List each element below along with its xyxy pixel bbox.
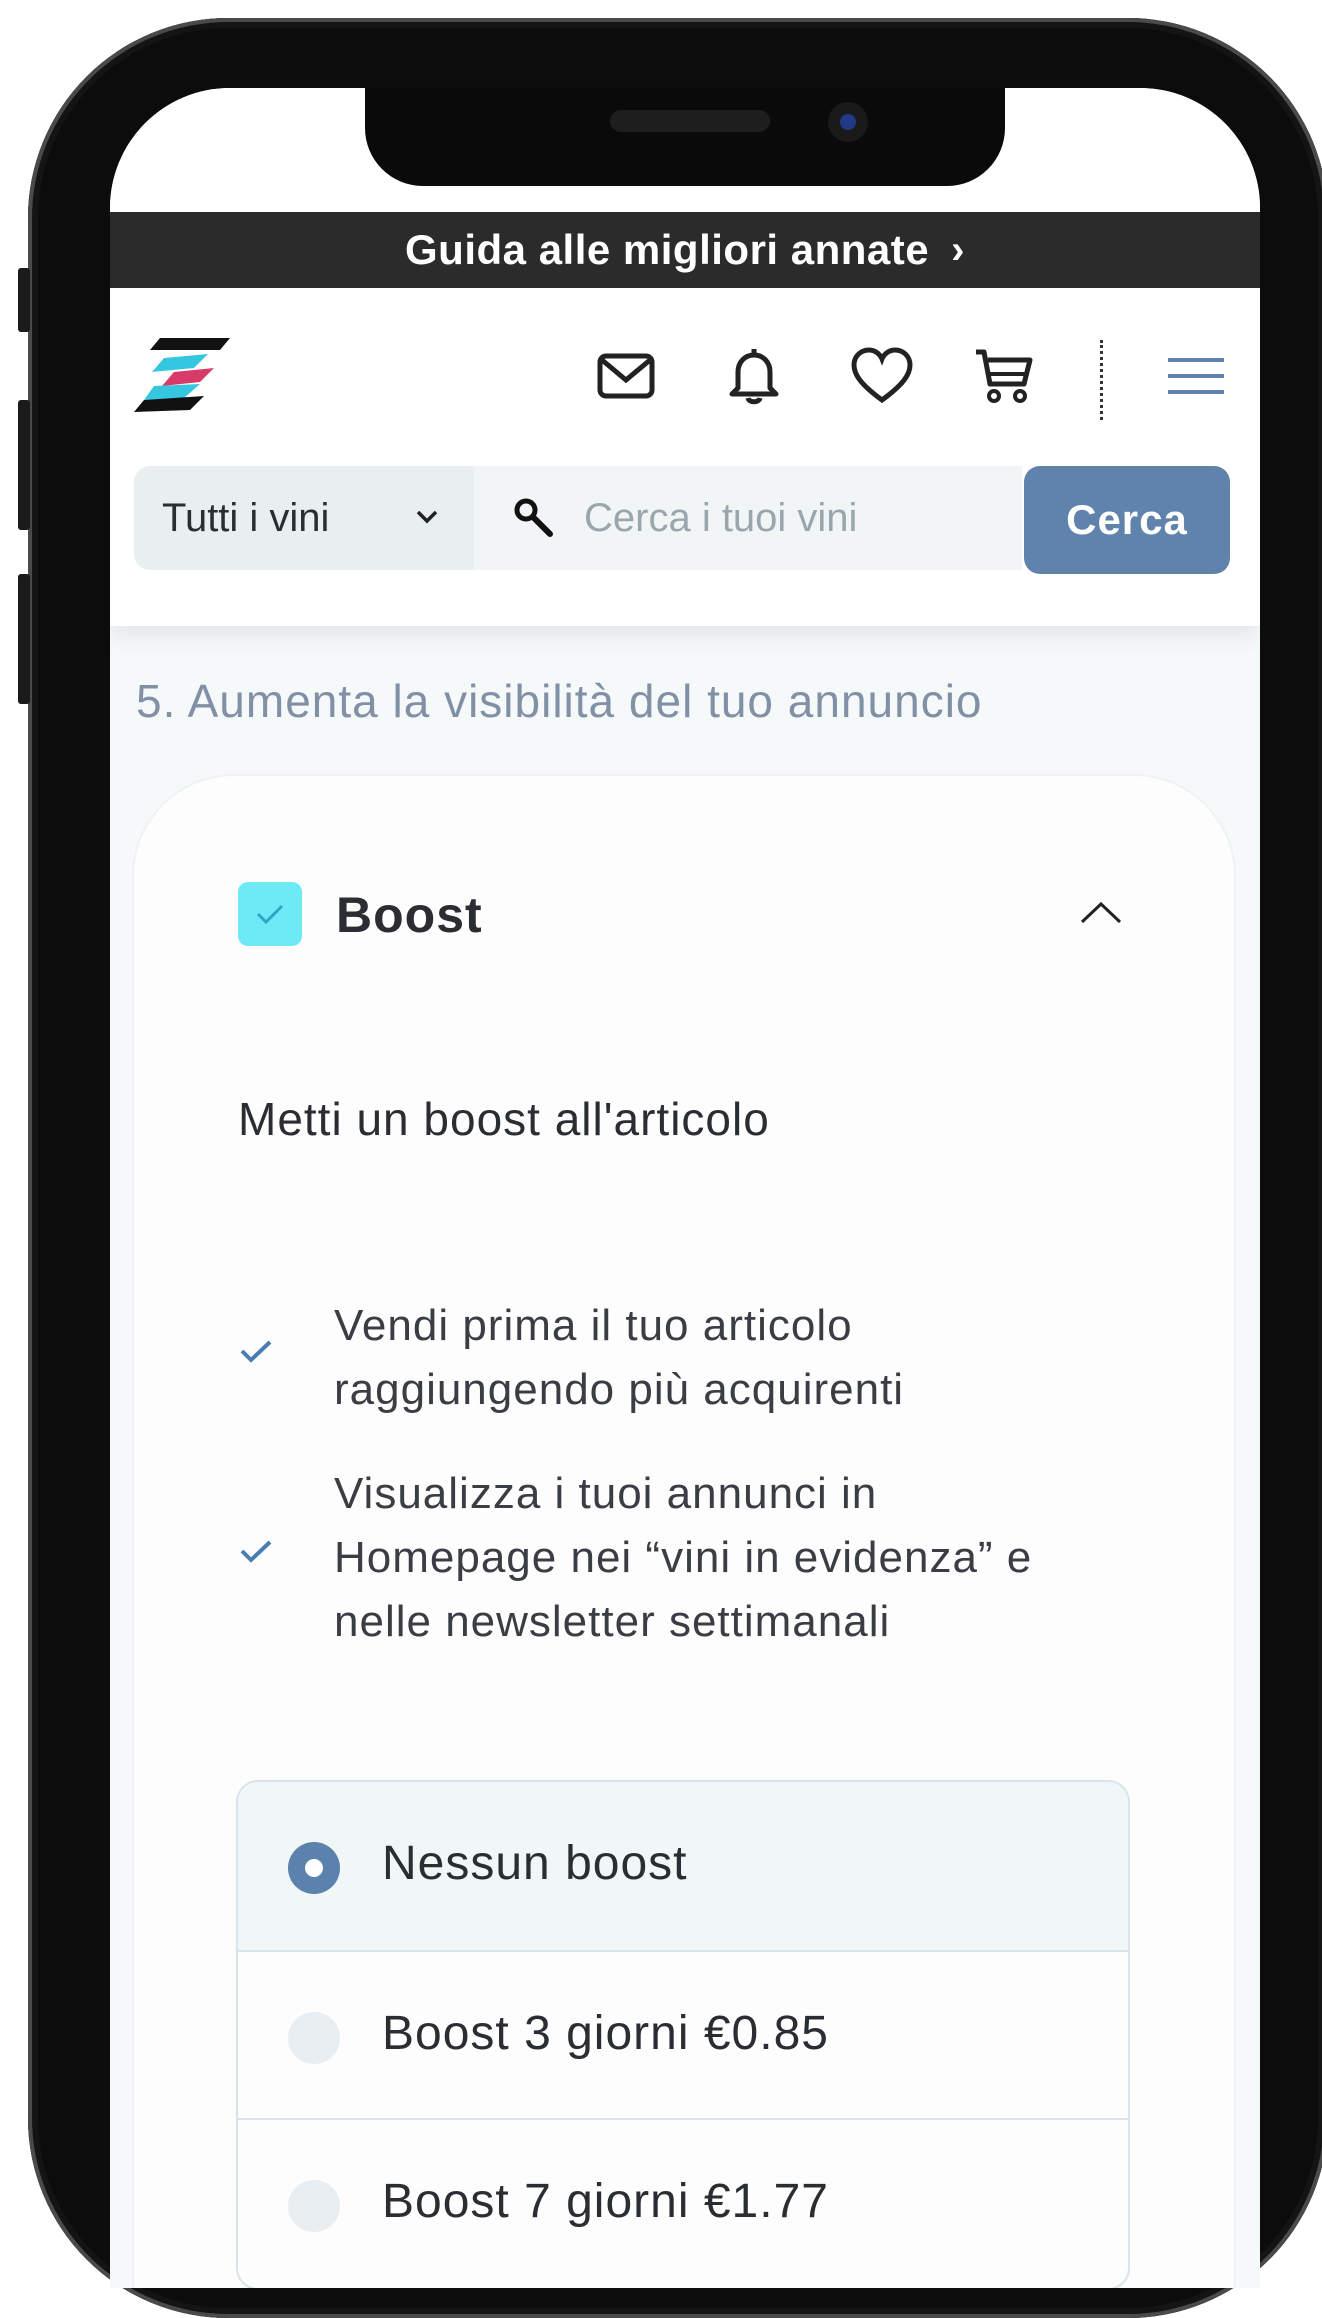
search-input[interactable]: Cerca i tuoi vini <box>474 466 1022 570</box>
bell-icon[interactable] <box>722 344 786 408</box>
chevron-up-icon[interactable] <box>1076 892 1126 932</box>
boost-options: Nessun boost Boost 3 giorni €0.85 Boost … <box>236 1780 1130 2288</box>
check-icon <box>240 1340 272 1363</box>
section-title: 5. Aumenta la visibilità del tuo annunci… <box>136 675 983 727</box>
search-icon <box>514 498 553 537</box>
screen: Guida alle migliori annate › Tutti i vin… <box>110 88 1260 2288</box>
boost-option-3-days[interactable]: Boost 3 giorni €0.85 <box>238 1950 1128 2118</box>
volume-down-button <box>18 574 30 704</box>
wine-filter-select[interactable]: Tutti i vini <box>134 466 474 570</box>
site-header: Tutti i vini Cerca i tuoi vini Cerca <box>110 288 1260 626</box>
boost-option-none[interactable]: Nessun boost <box>238 1782 1128 1950</box>
radio-icon[interactable] <box>288 2180 340 2232</box>
check-icon <box>240 1540 272 1563</box>
heart-icon[interactable] <box>850 344 914 408</box>
benefit-item: Vendi prima il tuo articolo raggiungendo… <box>238 1294 1138 1424</box>
benefit-text: Vendi prima il tuo articolo raggiungendo… <box>334 1301 905 1414</box>
camera-icon <box>828 102 868 142</box>
boost-header[interactable]: Boost <box>238 882 1138 962</box>
phone-notch <box>365 88 1005 186</box>
cart-icon[interactable] <box>972 344 1036 408</box>
boost-checkbox[interactable] <box>238 882 302 946</box>
mail-icon[interactable] <box>594 344 658 408</box>
menu-icon[interactable] <box>1164 344 1228 408</box>
mute-switch <box>18 268 30 332</box>
search-row: Tutti i vini Cerca i tuoi vini Cerca <box>134 466 1236 574</box>
search-placeholder: Cerca i tuoi vini <box>584 495 858 540</box>
option-label: Boost 7 giorni €1.77 <box>382 2175 829 2228</box>
boost-card: Boost Metti un boost all'articolo Vendi … <box>134 776 1234 2288</box>
benefit-item: Visualizza i tuoi annunci in Homepage ne… <box>238 1462 1138 1658</box>
speaker-grille <box>610 110 770 132</box>
radio-selected-icon[interactable] <box>288 1842 340 1894</box>
volume-up-button <box>18 400 30 530</box>
logo[interactable] <box>134 334 230 414</box>
check-icon <box>256 904 284 925</box>
radio-icon[interactable] <box>288 2012 340 2064</box>
search-button[interactable]: Cerca <box>1024 466 1230 574</box>
filter-selected-value: Tutti i vini <box>162 495 330 540</box>
chevron-right-icon: › <box>951 227 965 272</box>
option-label: Boost 3 giorni €0.85 <box>382 2007 829 2060</box>
chevron-down-icon <box>416 510 438 524</box>
header-divider <box>1100 340 1103 420</box>
boost-option-7-days[interactable]: Boost 7 giorni €1.77 <box>238 2118 1128 2286</box>
promo-banner[interactable]: Guida alle migliori annate › <box>110 212 1260 288</box>
option-label: Nessun boost <box>382 1837 688 1890</box>
benefit-text: Visualizza i tuoi annunci in Homepage ne… <box>334 1469 1033 1646</box>
boost-subhead: Metti un boost all'articolo <box>238 1093 770 1145</box>
promo-label: Guida alle migliori annate <box>405 226 930 273</box>
boost-title: Boost <box>336 887 483 943</box>
